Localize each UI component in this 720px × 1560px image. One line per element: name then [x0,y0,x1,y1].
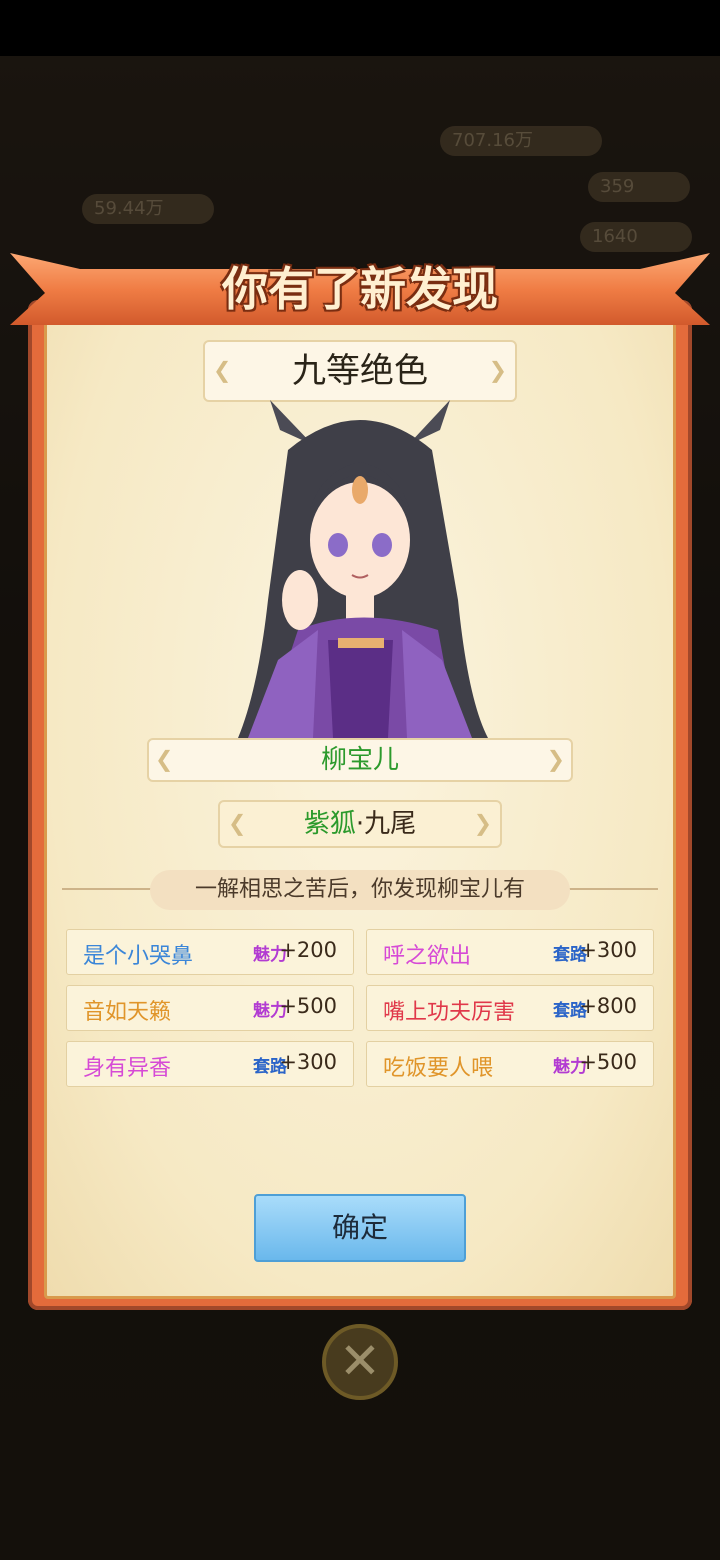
type-separator: · [355,809,365,839]
rank-label: 九等绝色 [292,351,428,391]
trait-value: +500 [279,994,337,1018]
trait-card: 嘴上功夫厉害 套路 +800 [366,985,654,1031]
character-type-plaque: ❮ 紫狐·九尾 ❯ [218,800,502,848]
trait-card: 音如天籁 魅力 +500 [66,985,354,1031]
trait-name: 是个小哭鼻 [83,944,194,969]
trait-value: +300 [279,1050,337,1074]
trait-value: +300 [579,938,637,962]
type-sub: 九尾 [364,809,417,839]
chevron-right-icon: ❯ [546,747,565,773]
trait-card: 是个小哭鼻 魅力 +200 [66,929,354,975]
divider-left [62,888,152,890]
rank-plaque: ❮ 九等绝色 ❯ [203,340,517,402]
bg-stat-power: 59.44万 [82,194,214,224]
trait-name: 嘴上功夫厉害 [383,1000,516,1025]
trait-name: 呼之欲出 [383,944,472,969]
trait-name: 音如天籁 [83,1000,172,1025]
trait-name: 吃饭要人喂 [383,1056,494,1081]
chevron-left-icon: ❮ [228,811,247,837]
status-bar [0,0,720,56]
trait-card: 吃饭要人喂 魅力 +500 [366,1041,654,1087]
trait-card: 身有异香 套路 +300 [66,1041,354,1087]
chevron-right-icon: ❯ [488,358,507,384]
character-portrait [238,400,488,738]
chevron-right-icon: ❯ [473,811,492,837]
trait-value: +200 [279,938,337,962]
bg-stat-c: 359 [588,172,690,202]
divider-right [568,888,658,890]
trait-value: +500 [579,1050,637,1074]
character-name: 柳宝儿 [320,745,399,775]
close-icon[interactable]: ✕ [322,1324,398,1400]
dialog-title: 你有了新发现 [222,262,498,316]
bg-stat-gold: 707.16万 [440,126,602,156]
trait-value: +800 [579,994,637,1018]
dialog-title-banner: 你有了新发现 [10,235,710,327]
chevron-left-icon: ❮ [213,358,232,384]
discovery-description: 一解相思之苦后，你发现柳宝儿有 [150,870,570,910]
character-name-plaque: ❮ 柳宝儿 ❯ [147,738,573,782]
chevron-left-icon: ❮ [155,747,174,773]
confirm-button[interactable]: 确定 [254,1194,466,1262]
trait-name: 身有异香 [83,1056,172,1081]
trait-card: 呼之欲出 套路 +300 [366,929,654,975]
type-main: 紫狐 [303,809,356,839]
